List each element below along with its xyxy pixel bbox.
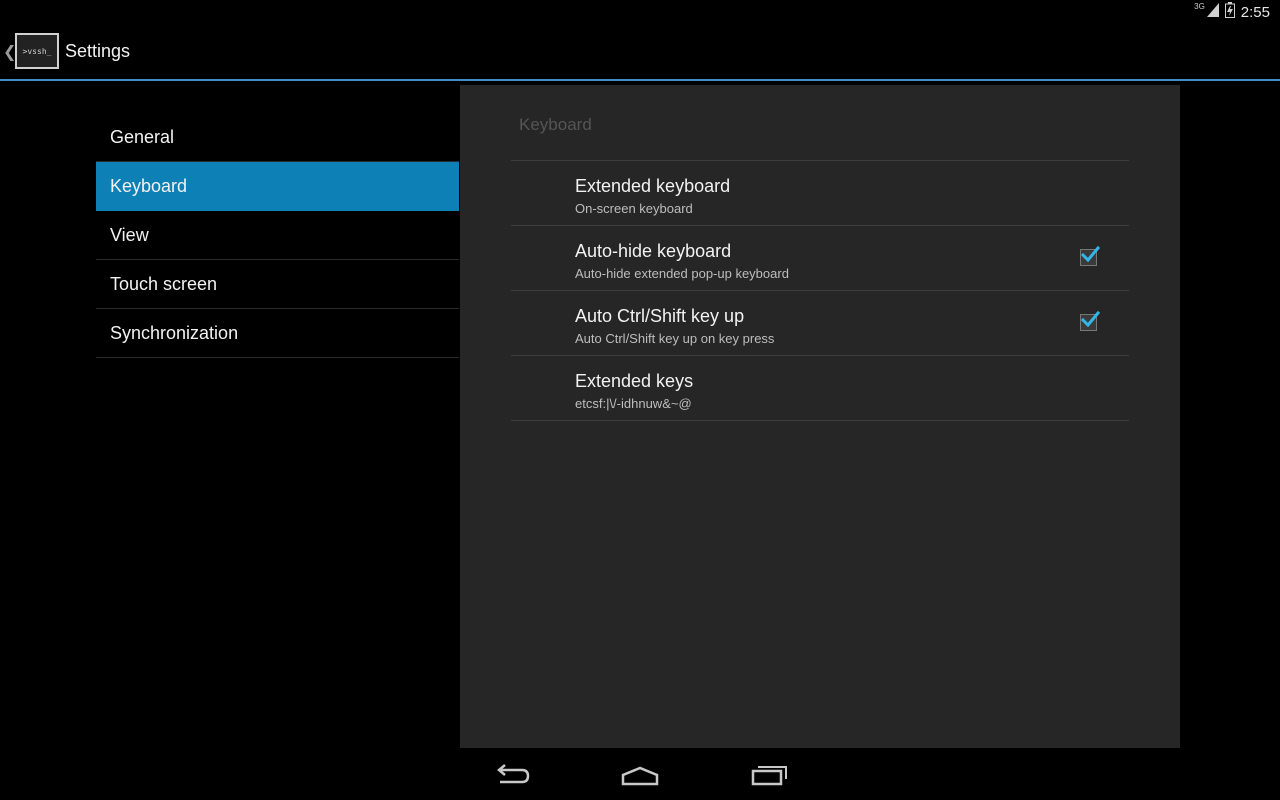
header-touch-screen[interactable]: Touch screen bbox=[96, 260, 459, 309]
pref-summary: Auto-hide extended pop-up keyboard bbox=[575, 266, 789, 281]
home-icon[interactable] bbox=[620, 762, 660, 788]
pref-auto-hide-keyboard[interactable]: Auto-hide keyboard Auto-hide extended po… bbox=[511, 226, 1129, 291]
header-general[interactable]: General bbox=[96, 113, 459, 162]
app-icon[interactable]: >vssh_ bbox=[15, 33, 59, 69]
pref-title: Auto Ctrl/Shift key up bbox=[575, 306, 745, 326]
battery-icon bbox=[1224, 2, 1235, 23]
auto-ctrl-shift-checkbox[interactable] bbox=[1080, 310, 1100, 331]
header-synchronization[interactable]: Synchronization bbox=[96, 309, 459, 358]
settings-detail-panel: Keyboard Extended keyboard On-screen key… bbox=[460, 85, 1180, 748]
network-type-label: 3G bbox=[1194, 2, 1205, 11]
signal-icon bbox=[1206, 3, 1219, 22]
header-view[interactable]: View bbox=[96, 211, 459, 260]
checkmark-icon bbox=[1080, 245, 1100, 263]
pref-extended-keys[interactable]: Extended keys etcsf:|\/-idhnuw&~@ bbox=[511, 356, 1129, 421]
app-icon-text: >vssh_ bbox=[22, 46, 52, 56]
pref-extended-keyboard[interactable]: Extended keyboard On-screen keyboard bbox=[511, 161, 1129, 226]
pref-title: Auto-hide keyboard bbox=[575, 241, 732, 261]
pref-auto-ctrl-shift-key-up[interactable]: Auto Ctrl/Shift key up Auto Ctrl/Shift k… bbox=[511, 291, 1129, 356]
header-keyboard[interactable]: Keyboard bbox=[96, 162, 459, 211]
back-icon[interactable] bbox=[492, 762, 532, 788]
action-bar: ❮ >vssh_ Settings bbox=[0, 25, 1280, 81]
recents-icon[interactable] bbox=[750, 762, 790, 788]
status-icons: 3G 2:55 bbox=[1194, 0, 1270, 25]
clock: 2:55 bbox=[1240, 4, 1270, 21]
panel-title: Keyboard bbox=[519, 115, 592, 134]
pref-summary: On-screen keyboard bbox=[575, 201, 693, 216]
pref-summary: Auto Ctrl/Shift key up on key press bbox=[575, 331, 775, 346]
checkmark-icon bbox=[1080, 310, 1100, 328]
status-bar: 3G 2:55 bbox=[0, 0, 1280, 25]
settings-headers-list: General Keyboard View Touch screen Synch… bbox=[96, 113, 459, 358]
pref-summary: etcsf:|\/-idhnuw&~@ bbox=[575, 396, 692, 411]
auto-hide-keyboard-checkbox[interactable] bbox=[1080, 245, 1100, 266]
pref-title: Extended keys bbox=[575, 371, 694, 391]
page-title[interactable]: Settings bbox=[65, 41, 130, 62]
preference-list: Extended keyboard On-screen keyboard Aut… bbox=[511, 160, 1129, 421]
navigation-bar bbox=[0, 750, 1280, 800]
pref-title: Extended keyboard bbox=[575, 176, 731, 196]
